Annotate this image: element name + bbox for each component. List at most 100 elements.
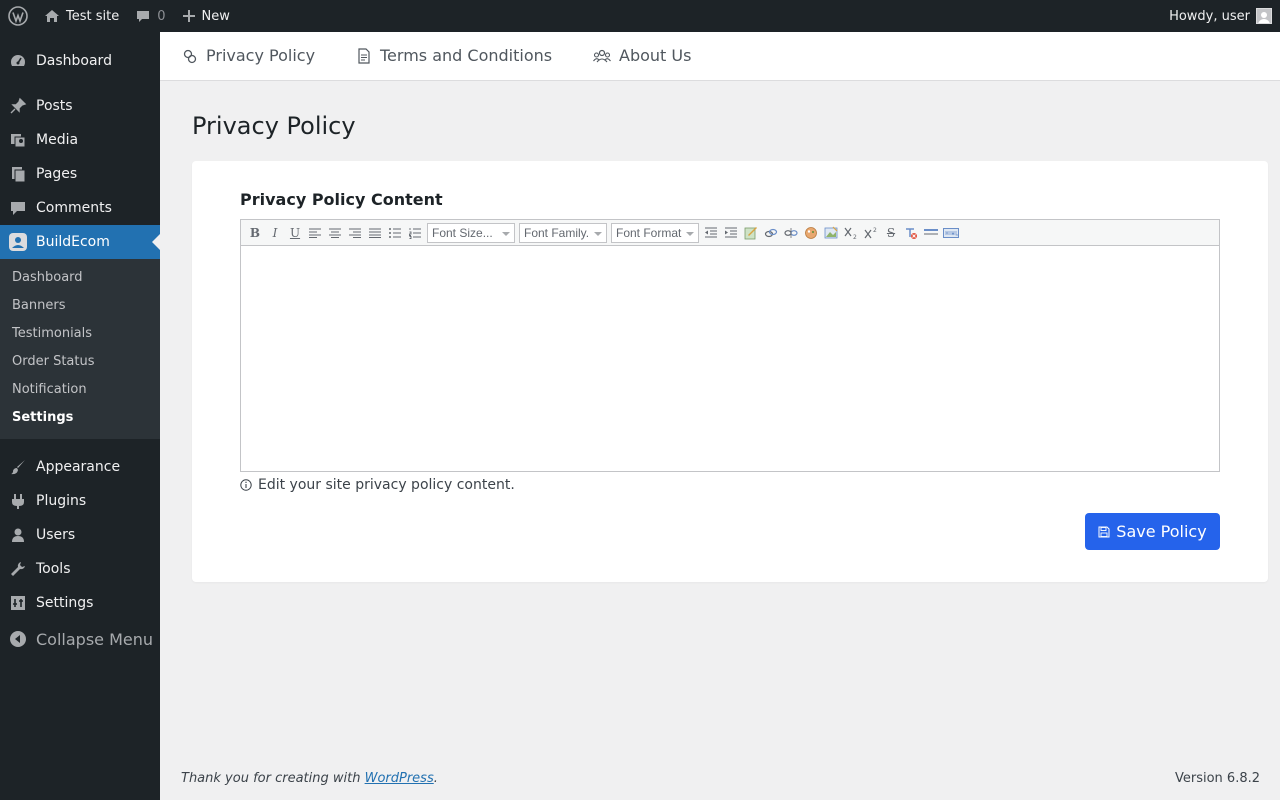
numbered-list-button[interactable] bbox=[405, 223, 425, 243]
comment-icon bbox=[0, 199, 36, 217]
sidebar-item-media[interactable]: Media bbox=[0, 123, 160, 157]
save-policy-label: Save Policy bbox=[1116, 522, 1207, 541]
help-text-label: Edit your site privacy policy content. bbox=[258, 477, 515, 493]
comment-bubble-icon bbox=[135, 8, 151, 24]
sidebar-item-label: Settings bbox=[36, 595, 94, 611]
sidebar-item-appearance[interactable]: Appearance bbox=[0, 450, 160, 484]
font-family-select[interactable]: Font Family. bbox=[519, 222, 607, 243]
superscript-icon[interactable]: 2 bbox=[861, 223, 881, 243]
buildecom-submenu: Dashboard Banners Testimonials Order Sta… bbox=[0, 259, 160, 439]
submenu-item-testimonials[interactable]: Testimonials bbox=[12, 326, 92, 341]
sidebar-item-label: Comments bbox=[36, 200, 112, 216]
submenu-item-order-status[interactable]: Order Status bbox=[12, 354, 95, 369]
image-icon[interactable] bbox=[821, 223, 841, 243]
group-icon bbox=[593, 48, 611, 64]
outdent-button[interactable] bbox=[701, 223, 721, 243]
editor-content-area[interactable] bbox=[241, 246, 1219, 471]
policy-card: Privacy Policy Content B I U Font Size..… bbox=[192, 161, 1268, 582]
tab-terms-and-conditions[interactable]: Terms and Conditions bbox=[356, 46, 552, 65]
pin-icon bbox=[0, 97, 36, 115]
save-policy-button[interactable]: Save Policy bbox=[1085, 513, 1220, 550]
wordpress-logo-icon[interactable] bbox=[0, 0, 36, 32]
sidebar-item-dashboard[interactable]: Dashboard bbox=[0, 44, 160, 78]
account-menu[interactable]: Howdy, user bbox=[1161, 0, 1280, 32]
sidebar-item-label: Tools bbox=[36, 561, 71, 577]
bullet-list-button[interactable] bbox=[385, 223, 405, 243]
sidebar-item-tools[interactable]: Tools bbox=[0, 552, 160, 586]
field-label: Privacy Policy Content bbox=[240, 190, 443, 209]
html-source-icon[interactable] bbox=[941, 223, 961, 243]
privacy-icon bbox=[182, 48, 198, 64]
new-content-link[interactable]: New bbox=[174, 0, 238, 32]
horizontal-rule-icon[interactable] bbox=[921, 223, 941, 243]
admin-bar: Test site 0 New Howdy, user bbox=[0, 0, 1280, 32]
sidebar-item-label: Users bbox=[36, 527, 76, 543]
align-left-button[interactable] bbox=[305, 223, 325, 243]
remove-format-icon[interactable] bbox=[901, 223, 921, 243]
rich-text-editor: B I U Font Size... Font Family. Font For… bbox=[240, 219, 1220, 472]
sidebar-item-comments[interactable]: Comments bbox=[0, 191, 160, 225]
justify-button[interactable] bbox=[365, 223, 385, 243]
document-icon bbox=[356, 47, 372, 64]
brush-icon bbox=[0, 458, 36, 476]
footer-thanks-text: Thank you for creating with bbox=[181, 771, 361, 786]
settings-tabs: Privacy Policy Terms and Conditions Abou… bbox=[160, 32, 1280, 81]
sidebar-item-posts[interactable]: Posts bbox=[0, 89, 160, 123]
help-text: Edit your site privacy policy content. bbox=[240, 477, 515, 493]
howdy-text: Howdy, user bbox=[1169, 8, 1250, 24]
svg-text:2: 2 bbox=[853, 234, 857, 239]
format-painter-icon[interactable] bbox=[741, 223, 761, 243]
collapse-icon bbox=[0, 630, 36, 648]
info-icon bbox=[240, 479, 252, 491]
tab-privacy-policy[interactable]: Privacy Policy bbox=[182, 46, 315, 65]
avatar bbox=[1256, 8, 1272, 24]
subscript-icon[interactable]: 2 bbox=[841, 223, 861, 243]
comments-count: 0 bbox=[157, 8, 166, 24]
link-icon[interactable] bbox=[761, 223, 781, 243]
font-size-select[interactable]: Font Size... bbox=[427, 222, 515, 243]
buildecom-icon bbox=[0, 232, 36, 252]
sidebar-item-users[interactable]: Users bbox=[0, 518, 160, 552]
submenu-item-dashboard[interactable]: Dashboard bbox=[12, 270, 83, 285]
user-icon bbox=[0, 526, 36, 544]
strikethrough-button[interactable]: S bbox=[881, 223, 901, 243]
editor-toolbar: B I U Font Size... Font Family. Font For… bbox=[241, 220, 1219, 246]
unlink-icon[interactable] bbox=[781, 223, 801, 243]
dashboard-icon bbox=[0, 52, 36, 70]
collapse-menu-label: Collapse Menu bbox=[36, 629, 154, 649]
pages-icon bbox=[0, 165, 36, 183]
sidebar-item-label: BuildEcom bbox=[36, 234, 110, 250]
svg-text:2: 2 bbox=[873, 227, 877, 234]
sidebar-item-settings[interactable]: Settings bbox=[0, 586, 160, 620]
plus-icon bbox=[182, 9, 196, 23]
sidebar-item-label: Media bbox=[36, 132, 79, 148]
sidebar-item-buildecom[interactable]: BuildEcom bbox=[0, 225, 160, 259]
media-icon bbox=[0, 131, 36, 149]
comments-link[interactable]: 0 bbox=[127, 0, 173, 32]
submenu-item-notification[interactable]: Notification bbox=[12, 382, 87, 397]
footer-thanks: Thank you for creating with WordPress. bbox=[181, 771, 438, 786]
submenu-item-settings[interactable]: Settings bbox=[12, 410, 73, 425]
wordpress-link[interactable]: WordPress bbox=[365, 771, 434, 786]
sidebar-item-pages[interactable]: Pages bbox=[0, 157, 160, 191]
tab-label: About Us bbox=[619, 46, 692, 65]
anchor-icon[interactable] bbox=[801, 223, 821, 243]
sidebar-item-plugins[interactable]: Plugins bbox=[0, 484, 160, 518]
underline-button[interactable]: U bbox=[285, 223, 305, 243]
align-center-button[interactable] bbox=[325, 223, 345, 243]
submenu-item-banners[interactable]: Banners bbox=[12, 298, 65, 313]
align-right-button[interactable] bbox=[345, 223, 365, 243]
site-name: Test site bbox=[66, 8, 120, 24]
indent-button[interactable] bbox=[721, 223, 741, 243]
bold-button[interactable]: B bbox=[245, 223, 265, 243]
new-label: New bbox=[201, 8, 230, 24]
italic-button[interactable]: I bbox=[265, 223, 285, 243]
sidebar-item-label: Posts bbox=[36, 98, 73, 114]
font-format-select[interactable]: Font Format bbox=[611, 222, 699, 243]
tab-about-us[interactable]: About Us bbox=[593, 46, 691, 65]
site-name-link[interactable]: Test site bbox=[36, 0, 127, 32]
collapse-menu-button[interactable]: Collapse Menu bbox=[0, 622, 160, 656]
footer-period: . bbox=[433, 771, 438, 786]
page-title: Privacy Policy bbox=[192, 112, 356, 140]
admin-sidebar: Dashboard Posts Media Pages Comments Bui… bbox=[0, 32, 160, 800]
